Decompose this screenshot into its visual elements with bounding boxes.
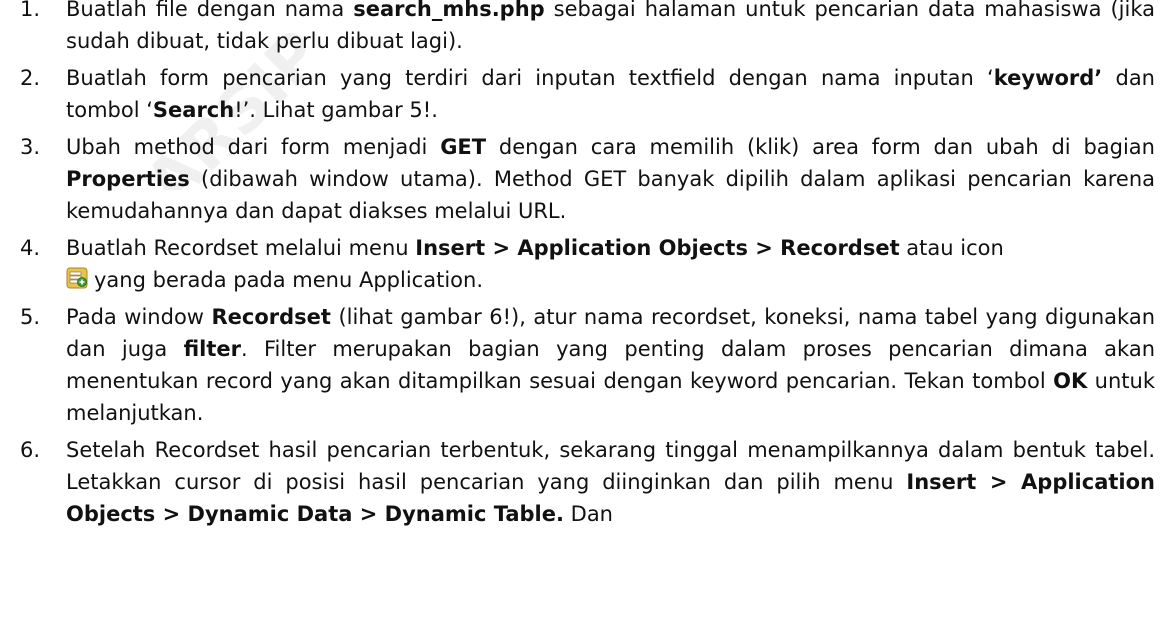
- step-bold-text: Search: [152, 98, 235, 122]
- step-text: Buatlah form pencarian yang terdiri dari…: [66, 66, 994, 90]
- step-bold-text: Insert > Application Objects > Recordset: [415, 236, 900, 260]
- list-item-2: 2. Buatlah form pencarian yang terdiri d…: [0, 62, 1173, 126]
- step-text: atau icon: [899, 236, 1004, 260]
- instruction-list: 1. Buatlah file dengan nama search_mhs.p…: [0, 0, 1173, 535]
- step-text: Buatlah file dengan nama: [66, 0, 354, 21]
- step-text: yang berada pada menu Application.: [94, 268, 483, 292]
- recordset-icon: [66, 267, 88, 289]
- list-item-3: 3. Ubah method dari form menjadi GET den…: [0, 131, 1173, 227]
- step-bold-text: search_mhs.php: [353, 0, 545, 21]
- step-bold-text: filter: [183, 337, 241, 361]
- step-text: Dan: [563, 502, 613, 526]
- step-bold-text: GET: [440, 135, 487, 159]
- list-item-4: 4. Buatlah Recordset melalui menu Insert…: [0, 232, 1173, 296]
- list-item-6: 6. Setelah Recordset hasil pencarian ter…: [0, 434, 1173, 530]
- step-bold-text: Recordset: [211, 305, 331, 329]
- item-number: 1.: [19, 0, 40, 21]
- list-item-5: 5. Pada window Recordset (lihat gambar 6…: [0, 301, 1173, 429]
- item-number: 6.: [19, 438, 40, 462]
- list-item-1: 1. Buatlah file dengan nama search_mhs.p…: [0, 0, 1173, 57]
- step-bold-text: keyword’: [993, 66, 1103, 90]
- item-number: 2.: [19, 66, 40, 90]
- step-text: !’. Lihat gambar 5!.: [234, 98, 438, 122]
- step-text: Pada window: [66, 305, 212, 329]
- item-number: 3.: [19, 135, 40, 159]
- step-text: Buatlah Recordset melalui menu: [66, 236, 416, 260]
- item-number: 4.: [19, 236, 40, 260]
- step-bold-text: OK: [1053, 369, 1088, 393]
- step-text: (dibawah window utama). Method GET banya…: [66, 167, 1155, 223]
- step-text: dengan cara memilih (klik) area form dan…: [486, 135, 1155, 159]
- step-text: Ubah method dari form menjadi: [66, 135, 441, 159]
- item-number: 5.: [19, 305, 40, 329]
- step-bold-text: Properties: [66, 167, 190, 191]
